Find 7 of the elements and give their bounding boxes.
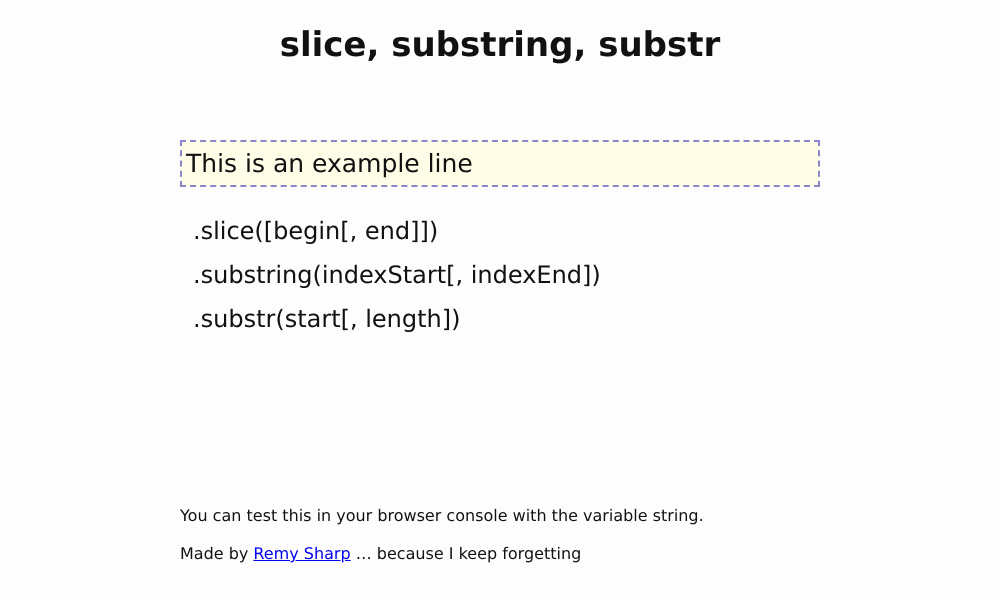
note-text: You can test this in your browser console with the variable string. [180,505,705,527]
method-signature: .substr(start[, length]) [193,304,462,335]
method-signature: .substring(indexStart[, indexEnd]) [193,260,602,291]
method-signature: .slice([begin[, end]]) [193,216,440,247]
author-link[interactable]: Remy Sharp [253,544,351,563]
page-title: slice, substring, substr [280,24,720,66]
credit-text: Made by Remy Sharp … because I keep forgetting [180,543,582,565]
